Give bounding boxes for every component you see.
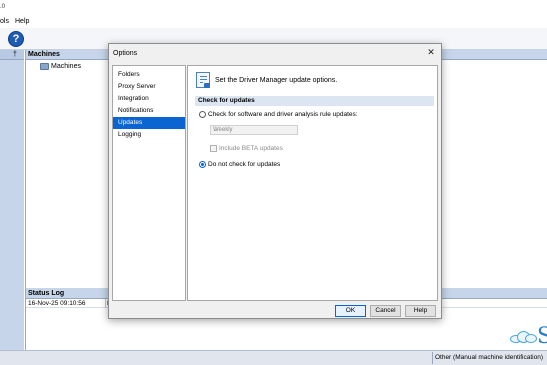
frequency-select[interactable]: Weekly ⌄ — [210, 125, 298, 135]
statusbar: Other (Manual machine identification) — [0, 350, 547, 365]
section-header: Check for updates — [195, 96, 434, 106]
menu-tools[interactable]: ols — [0, 18, 9, 25]
nav-item-proxy-server[interactable]: Proxy Server — [113, 81, 185, 93]
nav-item-folders[interactable]: Folders — [113, 69, 185, 81]
radio-no-check-label[interactable]: Do not check for updates — [208, 161, 280, 168]
statusbar-text: Other (Manual machine identification) — [434, 354, 543, 361]
close-icon[interactable]: ✕ — [426, 47, 436, 57]
nav-item-updates[interactable]: Updates — [113, 117, 185, 129]
menubar: ols Help — [0, 16, 547, 28]
nav-item-logging[interactable]: Logging — [113, 129, 185, 141]
ok-button[interactable]: OK — [335, 305, 366, 317]
radio-check-updates[interactable] — [199, 111, 206, 118]
statusbar-separator — [432, 352, 433, 364]
include-beta-label[interactable]: Include BETA updates — [219, 145, 283, 152]
log-timestamp: 16-Nov-25 09:10:56 — [28, 300, 86, 307]
folder-icon — [40, 63, 49, 70]
help-icon[interactable]: ? — [8, 31, 24, 47]
brand-logo: S — [537, 324, 547, 349]
help-button[interactable]: Help — [405, 305, 436, 317]
cancel-button[interactable]: Cancel — [370, 305, 401, 317]
options-dialog: Options ✕ Folders Proxy Server Integrati… — [108, 43, 442, 319]
left-dock-strip: † — [0, 50, 24, 350]
dialog-title: Options — [113, 50, 138, 57]
app-title: .0 — [0, 4, 6, 10]
menu-help[interactable]: Help — [15, 18, 29, 25]
cloud-logo-icon — [510, 330, 538, 344]
updates-page: Set the Driver Manager update options. C… — [187, 65, 438, 301]
page-header-text: Set the Driver Manager update options. — [215, 77, 338, 84]
chevron-down-icon: ⌄ — [213, 127, 219, 133]
section-title: Check for updates — [198, 97, 255, 104]
options-nav-list: Folders Proxy Server Integration Notific… — [112, 65, 186, 301]
app-titlebar: .0 — [0, 0, 547, 16]
tree-item-machines[interactable]: Machines — [40, 63, 81, 70]
pin-icon[interactable]: † — [13, 51, 17, 58]
nav-item-notifications[interactable]: Notifications — [113, 105, 185, 117]
left-dock-header: † — [0, 50, 24, 60]
update-settings-icon — [196, 72, 210, 88]
radio-no-check[interactable] — [199, 161, 206, 168]
include-beta-checkbox[interactable] — [210, 145, 217, 152]
tree-item-label: Machines — [51, 63, 81, 70]
radio-check-updates-label[interactable]: Check for software and driver analysis r… — [208, 111, 358, 118]
column-separator[interactable] — [105, 299, 106, 308]
nav-item-integration[interactable]: Integration — [113, 93, 185, 105]
